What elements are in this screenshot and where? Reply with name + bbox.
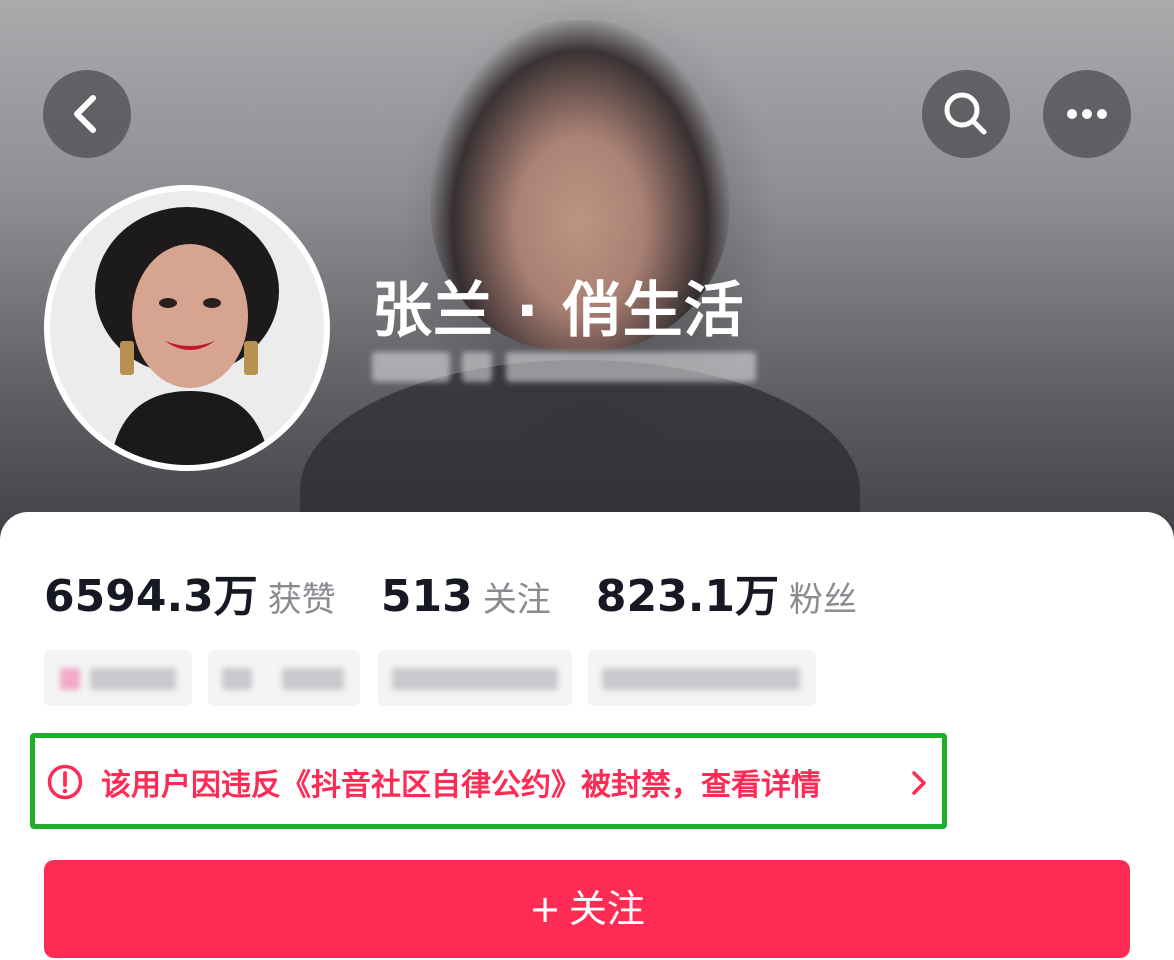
follow-button[interactable]: + 关注	[44, 860, 1130, 958]
stat-value: 823.1万	[595, 571, 780, 622]
plus-icon: +	[529, 887, 561, 931]
stat-following[interactable]: 513 关注	[381, 571, 551, 622]
profile-tag	[588, 650, 816, 706]
stat-label: 粉丝	[789, 580, 858, 620]
stat-followers[interactable]: 823.1万 粉丝	[596, 560, 857, 624]
ban-notice-text: 该用户因违反《抖音社区自律公约》被封禁，查看详情	[101, 768, 821, 803]
profile-tag	[44, 650, 192, 706]
profile-username: 张兰 · 俏生活	[372, 276, 745, 346]
alert-circle-icon	[47, 764, 83, 800]
stat-label: 关注	[482, 580, 551, 620]
profile-stats: 6594.3万 获赞 513 关注 823.1万 粉丝	[44, 560, 897, 622]
profile-tag	[208, 650, 360, 706]
search-icon	[944, 92, 987, 135]
more-icon	[1067, 109, 1107, 119]
chevron-right-icon	[912, 771, 926, 795]
profile-handle-redacted	[372, 352, 762, 382]
profile-tag	[378, 650, 572, 706]
back-button[interactable]	[43, 70, 131, 158]
avatar-portrait	[50, 191, 324, 465]
search-button[interactable]	[922, 70, 1010, 158]
avatar[interactable]	[44, 185, 330, 471]
more-button[interactable]	[1043, 70, 1131, 158]
chevron-left-icon	[74, 95, 96, 133]
stat-likes[interactable]: 6594.3万 获赞	[44, 560, 336, 624]
ban-notice[interactable]: 该用户因违反《抖音社区自律公约》被封禁，查看详情	[30, 733, 947, 829]
stat-value: 6594.3万	[44, 571, 258, 622]
stat-label: 获赞	[267, 580, 336, 620]
follow-button-label: 关注	[568, 887, 645, 931]
stat-value: 513	[380, 571, 473, 622]
